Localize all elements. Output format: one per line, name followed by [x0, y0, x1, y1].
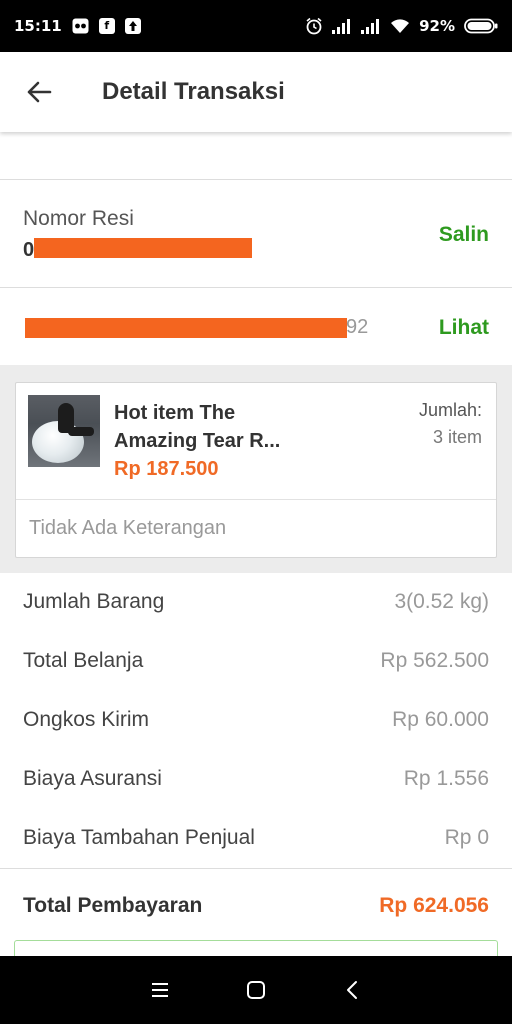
- payment-summary: Jumlah Barang 3(0.52 kg) Total Belanja R…: [0, 573, 512, 869]
- summary-row-subtotal: Total Belanja Rp 562.500: [0, 632, 512, 691]
- blank-strip: [0, 132, 512, 180]
- redaction-bar: [34, 238, 252, 258]
- facebook-icon: f: [98, 18, 115, 34]
- home-square-icon: [247, 981, 265, 999]
- summary-value: Rp 1.556: [403, 767, 489, 790]
- wifi-icon: [390, 18, 410, 34]
- divider: [16, 499, 496, 500]
- system-nav-bar: [0, 956, 512, 1024]
- product-price: Rp 187.500: [114, 458, 219, 480]
- total-payment-row: Total Pembayaran Rp 624.056: [0, 870, 512, 942]
- notification-app-icon: [72, 18, 89, 34]
- reference-row: 92 Lihat: [0, 289, 512, 365]
- chevron-left-icon: [347, 981, 357, 999]
- nav-menu-button[interactable]: [148, 978, 172, 1002]
- battery-percent: 92%: [419, 17, 455, 35]
- product-section: Hot item The Amazing Tear R... Rp 187.50…: [0, 365, 512, 573]
- tracking-number-row: Nomor Resi 0 Salin: [0, 181, 512, 288]
- page-title: Detail Transaksi: [102, 78, 285, 105]
- view-button[interactable]: Lihat: [439, 316, 489, 340]
- product-card[interactable]: Hot item The Amazing Tear R... Rp 187.50…: [15, 382, 497, 558]
- tracking-number-value: 0: [23, 239, 35, 261]
- copy-button[interactable]: Salin: [439, 223, 489, 247]
- nav-back-button[interactable]: [340, 978, 364, 1002]
- quantity-value: 3 item: [432, 427, 482, 447]
- back-button[interactable]: [24, 77, 54, 107]
- app-header: Detail Transaksi: [0, 52, 512, 132]
- arrow-left-icon: [27, 81, 52, 103]
- summary-row-insurance: Biaya Asuransi Rp 1.556: [0, 750, 512, 809]
- total-payment-label: Total Pembayaran: [23, 894, 203, 917]
- summary-label: Jumlah Barang: [23, 590, 165, 613]
- product-note: Tidak Ada Keterangan: [29, 517, 227, 539]
- summary-label: Ongkos Kirim: [23, 708, 150, 731]
- tracking-number-label: Nomor Resi: [23, 207, 134, 230]
- alarm-icon: [305, 17, 323, 35]
- menu-icon: [152, 983, 168, 997]
- signal-icon: [332, 18, 352, 34]
- summary-row-shipping: Ongkos Kirim Rp 60.000: [0, 691, 512, 750]
- total-payment-value: Rp 624.056: [379, 894, 489, 917]
- summary-label: Biaya Asuransi: [23, 767, 162, 790]
- summary-value: Rp 60.000: [392, 708, 489, 731]
- summary-row-seller-fee: Biaya Tambahan Penjual Rp 0: [0, 809, 512, 868]
- battery-icon: [464, 18, 498, 34]
- summary-value: Rp 562.500: [380, 649, 489, 672]
- product-name: Hot item The Amazing Tear R...: [114, 402, 281, 452]
- reference-value-suffix: 92: [346, 316, 369, 338]
- signal-icon: [361, 18, 381, 34]
- status-bar: 15:11 f 92%: [0, 0, 512, 52]
- summary-label: Biaya Tambahan Penjual: [23, 826, 255, 849]
- nav-home-button[interactable]: [244, 978, 268, 1002]
- summary-value: 3(0.52 kg): [394, 590, 489, 613]
- redaction-bar: [25, 318, 347, 338]
- quantity-label: Jumlah:: [418, 400, 482, 420]
- product-image: [28, 395, 100, 467]
- summary-label: Total Belanja: [23, 649, 144, 672]
- summary-row-item-count: Jumlah Barang 3(0.52 kg): [0, 573, 512, 632]
- summary-value: Rp 0: [444, 826, 489, 849]
- upload-icon: [124, 18, 141, 34]
- status-time: 15:11: [14, 17, 62, 35]
